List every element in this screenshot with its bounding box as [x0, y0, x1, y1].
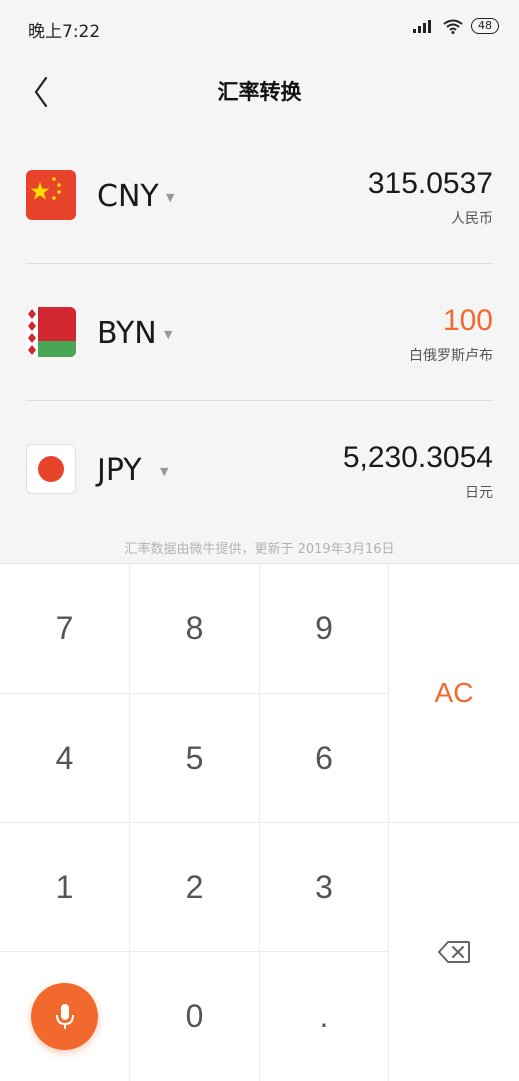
currency-row-jpy[interactable]: JPY ▼ 5,230.3054 日元	[0, 411, 519, 531]
currency-name: 人民币	[451, 211, 493, 227]
key-3[interactable]: 3	[260, 823, 388, 951]
key-2[interactable]: 2	[130, 823, 259, 951]
key-7[interactable]: 7	[0, 564, 129, 693]
rate-source-note: 汇率数据由微牛提供，更新于 2019年3月16日	[124, 542, 395, 557]
currency-name: 白俄罗斯卢布	[409, 348, 493, 364]
key-decimal[interactable]: .	[260, 952, 388, 1081]
microphone-icon	[55, 1003, 74, 1029]
caret-down-icon: ▼	[164, 328, 173, 341]
status-time: 晚上7:22	[28, 22, 101, 42]
currency-row-cny[interactable]: CNY ▼ 315.0537 人民币	[0, 137, 519, 257]
status-icons: 48	[413, 18, 499, 34]
currency-amount: 315.0537	[367, 167, 493, 200]
currency-code: JPY	[97, 453, 142, 488]
key-5[interactable]: 5	[130, 694, 259, 822]
currency-name: 日元	[465, 485, 493, 501]
china-flag-icon	[26, 170, 76, 220]
key-9[interactable]: 9	[260, 564, 388, 693]
header: 汇率转换	[0, 56, 519, 126]
voice-input-button[interactable]	[31, 983, 98, 1050]
row-divider	[26, 263, 493, 264]
japan-flag-icon	[26, 444, 76, 494]
battery-indicator: 48	[471, 18, 499, 34]
key-0[interactable]: 0	[130, 952, 259, 1081]
key-6[interactable]: 6	[260, 694, 388, 822]
backspace-button[interactable]	[389, 823, 519, 1081]
caret-down-icon: ▼	[160, 465, 169, 478]
row-divider	[26, 400, 493, 401]
key-1[interactable]: 1	[0, 823, 129, 951]
clear-button[interactable]: AC	[389, 564, 519, 822]
key-8[interactable]: 8	[130, 564, 259, 693]
key-4[interactable]: 4	[0, 694, 129, 822]
belarus-flag-icon	[26, 307, 76, 357]
currency-code: CNY	[97, 179, 159, 214]
currency-row-byn[interactable]: BYN ▼ 100 白俄罗斯卢布	[0, 274, 519, 394]
page-title: 汇率转换	[217, 80, 302, 104]
signal-icon	[413, 20, 431, 33]
currency-amount: 5,230.3054	[342, 441, 493, 474]
caret-down-icon: ▼	[166, 191, 175, 204]
wifi-icon	[443, 19, 463, 34]
currency-code: BYN	[97, 316, 157, 351]
backspace-icon	[438, 941, 470, 963]
currency-amount-active: 100	[442, 304, 493, 337]
status-bar: 晚上7:22 48	[0, 0, 519, 56]
